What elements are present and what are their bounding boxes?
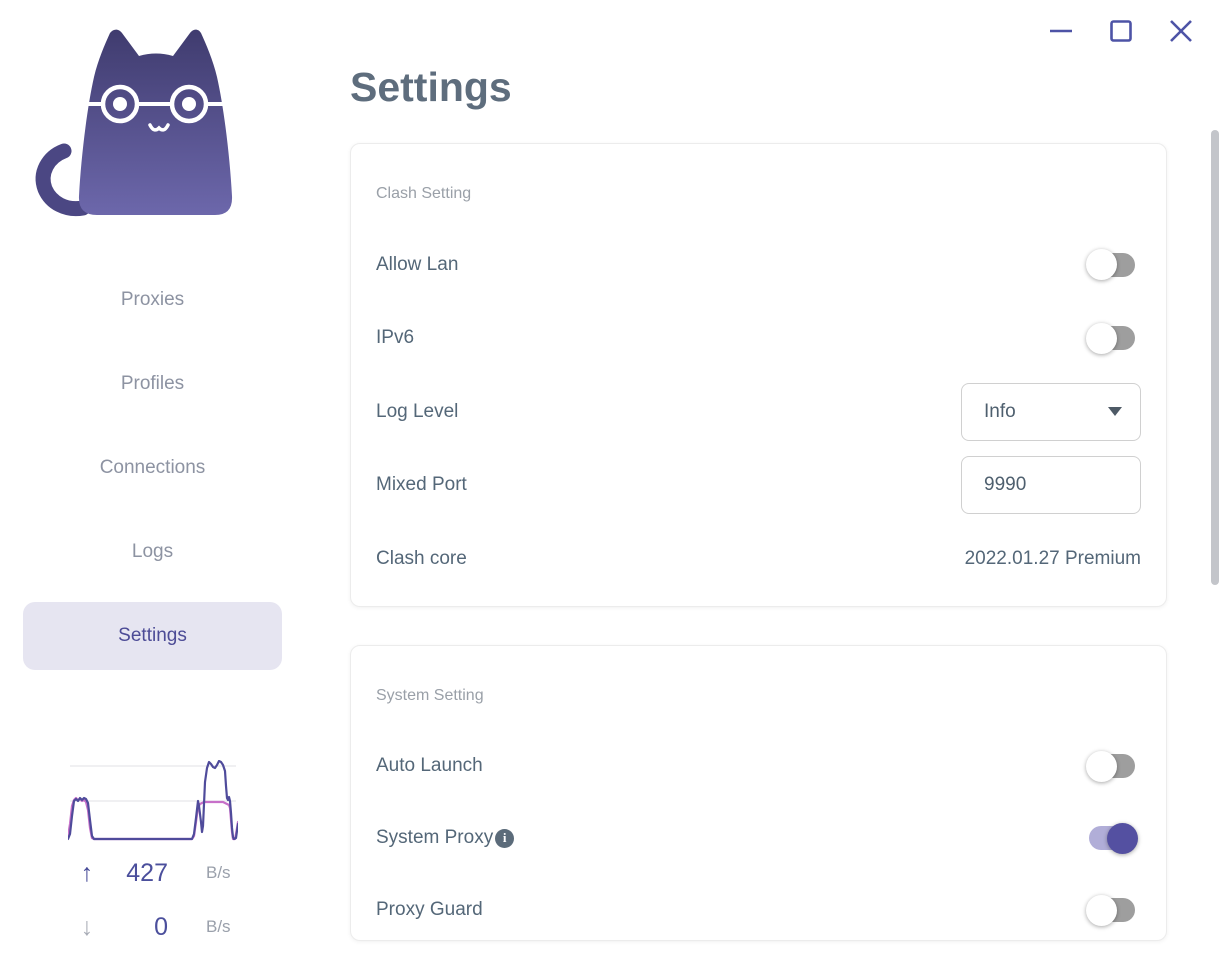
row-label: Log Level (376, 400, 459, 422)
toggle-thumb (1086, 894, 1117, 926)
settings-row-auto-launch: Auto Launch (376, 730, 1141, 802)
sidebar-item-logs[interactable]: Logs (23, 518, 282, 586)
row-label: Clash core (376, 547, 467, 569)
toggle-thumb (1107, 822, 1138, 854)
system-proxy-toggle[interactable] (1089, 822, 1138, 854)
row-label: Allow Lan (376, 253, 459, 275)
toggle-thumb (1086, 322, 1117, 354)
settings-row-ipv6: IPv6 (376, 302, 1141, 376)
auto-launch-toggle[interactable] (1086, 750, 1135, 782)
download-stat: ↓ 0 B/s (0, 912, 280, 942)
toggle-thumb (1086, 750, 1117, 782)
download-series-line (68, 796, 238, 841)
clash-core-version: 2022.01.27 Premium (964, 547, 1141, 569)
settings-row-proxy-guard: Proxy Guard (376, 874, 1141, 946)
upload-unit: B/s (206, 863, 231, 882)
row-label: IPv6 (376, 327, 415, 349)
download-unit: B/s (206, 917, 231, 936)
system-setting-card: System Setting Auto Launch System Proxy … (350, 645, 1167, 941)
allow-lan-toggle[interactable] (1086, 249, 1135, 281)
row-label-text: System Proxy (376, 827, 494, 848)
log-level-select[interactable]: Info (961, 382, 1141, 441)
download-value: 0 (154, 913, 168, 941)
window-controls (1040, 19, 1200, 45)
mixed-port-input[interactable] (961, 456, 1141, 515)
clash-cat-logo (35, 29, 233, 217)
row-label: Auto Launch (376, 755, 483, 776)
sidebar-nav: Proxies Profiles Connections Logs Settin… (23, 266, 282, 686)
sidebar-item-connections[interactable]: Connections (23, 434, 282, 502)
upload-stat: ↑ 427 B/s (0, 858, 280, 888)
chevron-down-icon (1108, 407, 1122, 417)
clash-setting-card: Clash Setting Allow Lan IPv6 Log Level I… (350, 143, 1167, 607)
log-level-value: Info (984, 400, 1016, 422)
section-title: Clash Setting (376, 185, 472, 202)
upload-value: 427 (126, 859, 168, 887)
page-title: Settings (350, 64, 512, 110)
minimize-button[interactable] (1049, 19, 1073, 43)
row-label: Proxy Guard (376, 899, 483, 920)
close-icon (1170, 20, 1192, 42)
maximize-button[interactable] (1109, 19, 1133, 43)
ipv6-toggle[interactable] (1086, 322, 1135, 354)
settings-row-log-level: Log Level Info (376, 375, 1141, 449)
upload-series-line (68, 760, 238, 841)
sidebar-item-proxies[interactable]: Proxies (23, 266, 282, 334)
settings-row-system-proxy: System Proxy i (376, 802, 1141, 874)
proxy-guard-toggle[interactable] (1086, 894, 1135, 926)
row-label: System Proxy i (376, 827, 515, 849)
sidebar: Proxies Profiles Connections Logs Settin… (0, 0, 305, 956)
close-button[interactable] (1169, 19, 1193, 43)
scrollbar-thumb[interactable] (1211, 130, 1219, 585)
section-title: System Setting (376, 687, 484, 704)
info-icon[interactable]: i (495, 828, 515, 848)
settings-row-clash-core: Clash core 2022.01.27 Premium (376, 522, 1141, 596)
sidebar-item-profiles[interactable]: Profiles (23, 350, 282, 418)
row-label: Mixed Port (376, 474, 467, 496)
minimize-icon (1050, 29, 1072, 33)
settings-row-allow-lan: Allow Lan (376, 228, 1141, 302)
sidebar-item-settings[interactable]: Settings (23, 602, 282, 670)
traffic-graph (68, 760, 238, 841)
maximize-icon (1110, 20, 1132, 42)
settings-row-mixed-port: Mixed Port (376, 449, 1141, 523)
